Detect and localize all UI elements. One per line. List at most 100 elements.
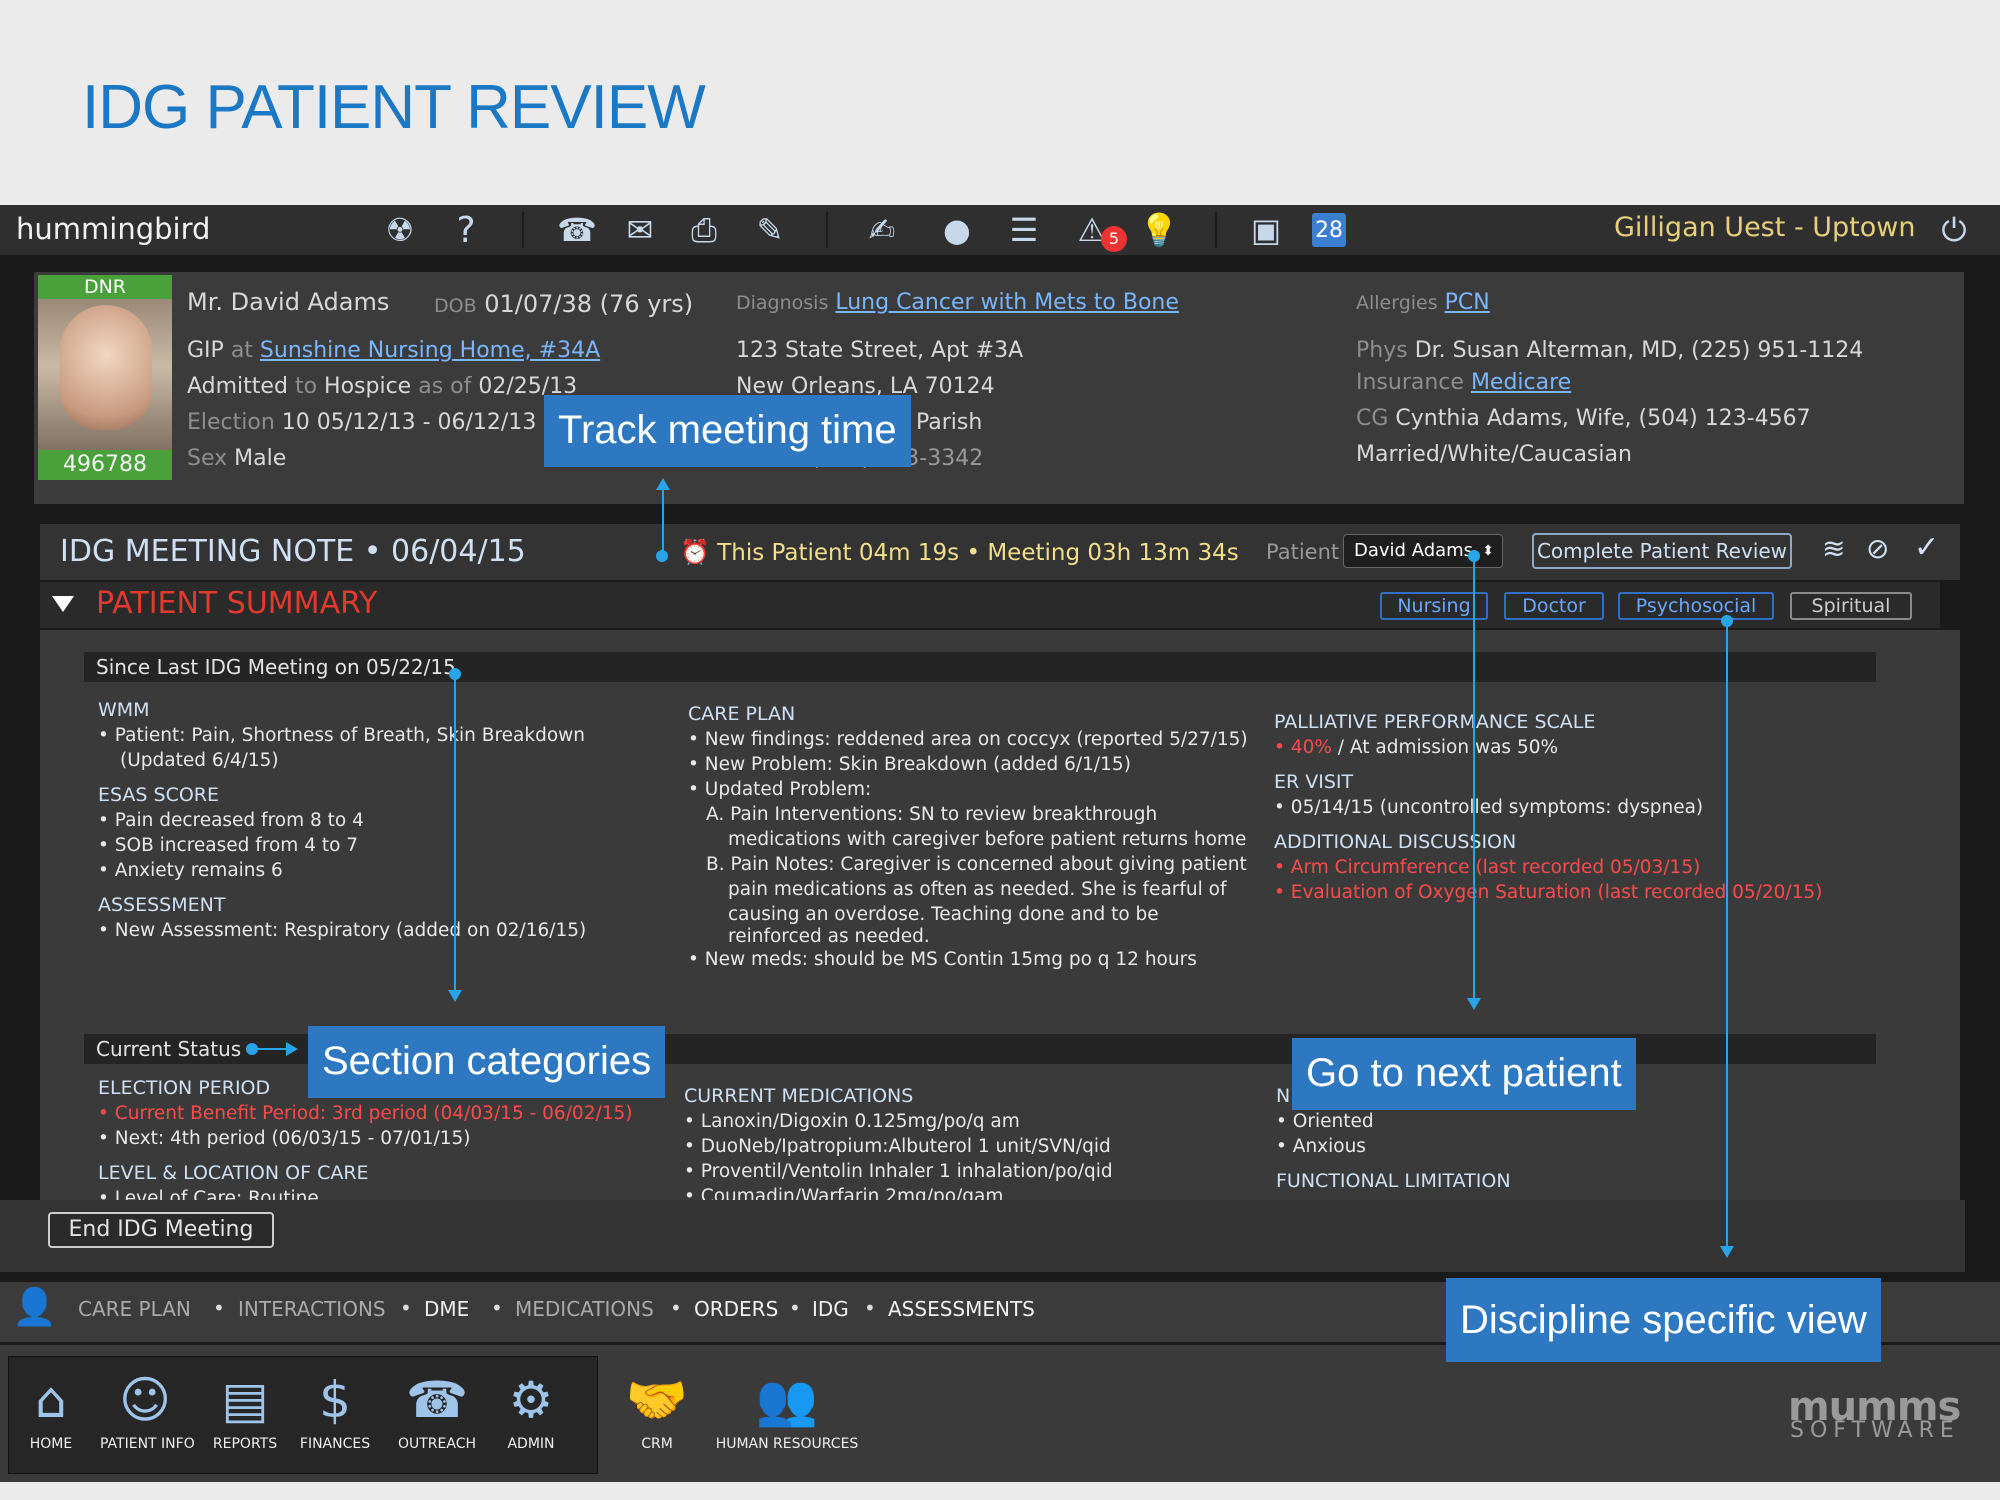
cancel-icon[interactable]: ⊘ — [1866, 532, 1889, 565]
speech-bubble-icon[interactable]: ● — [935, 208, 979, 252]
additional-item: • Arm Circumference (last recorded 05/03… — [1274, 857, 1701, 878]
meds-item: • DuoNeb/Ipatropium:Albuterol 1 unit/SVN… — [684, 1136, 1111, 1157]
print-icon[interactable]: ⎙ — [682, 208, 726, 252]
callout-connector — [252, 1048, 288, 1050]
callout-connector — [1726, 621, 1728, 1251]
careplan-item: • New meds: should be MS Contin 15mg po … — [688, 949, 1197, 970]
reports-icon: ▤ — [221, 1371, 269, 1429]
patient-icon[interactable]: 👤 — [12, 1286, 57, 1328]
power-icon[interactable]: ⏻ — [1932, 208, 1976, 252]
esas-item: • SOB increased from 4 to 7 — [98, 835, 359, 856]
mail-icon[interactable]: ✉ — [618, 208, 662, 252]
mumms-logo-sub: SOFTWARE — [1790, 1418, 1960, 1443]
patient-dob: DOB 01/07/38 (76 yrs) — [434, 290, 694, 318]
calendar-icon[interactable]: 28 — [1312, 213, 1346, 247]
callout-track-meeting-time: Track meeting time — [544, 395, 911, 467]
nav-separator: • — [213, 1296, 225, 1320]
meds-item: • Coumadin/Warfarin 2mg/po/qam — [684, 1186, 1004, 1200]
toolbar-separator — [826, 212, 828, 248]
wmm-item: (Updated 6/4/15) — [120, 750, 279, 771]
nav-care-plan[interactable]: CARE PLAN — [78, 1297, 191, 1321]
clock-icon: ⏰ — [680, 538, 710, 566]
col-care-plan: CARE PLAN • New findings: reddened area … — [688, 692, 1248, 972]
level-item: • Level of Care: Routine — [98, 1188, 319, 1200]
tab-doctor[interactable]: Doctor — [1504, 592, 1604, 620]
dock-patient-info[interactable]: ☺ PATIENT INFO — [100, 1368, 195, 1452]
careplan-item: A. Pain Interventions: SN to review brea… — [706, 804, 1158, 825]
end-meeting-button[interactable]: End IDG Meeting — [48, 1212, 274, 1248]
nav-dme[interactable]: DME — [424, 1297, 469, 1321]
facility-link[interactable]: Sunshine Nursing Home, #34A — [260, 338, 600, 363]
patient-gip: GIP at Sunshine Nursing Home, #34A — [187, 338, 601, 363]
insurance-link[interactable]: Medicare — [1471, 370, 1571, 395]
assessment-title: ASSESSMENT — [98, 894, 226, 916]
checklist-icon[interactable]: ☰ — [1002, 208, 1046, 252]
select-arrows-icon: ⬍ — [1482, 543, 1494, 559]
col-medications: CURRENT MEDICATIONS • Lanoxin/Digoxin 0.… — [684, 1074, 1244, 1200]
allergies-link[interactable]: PCN — [1445, 290, 1490, 315]
help-icon[interactable]: ? — [444, 208, 488, 252]
meeting-timer: ⏰ This Patient 04m 19s • Meeting 03h 13m… — [680, 538, 1239, 566]
esas-title: ESAS SCORE — [98, 784, 220, 806]
wmm-title: WMM — [98, 699, 150, 721]
tab-nursing[interactable]: Nursing — [1380, 592, 1488, 620]
document-edit-icon[interactable]: ✍ — [860, 208, 904, 252]
callout-dot — [656, 550, 668, 562]
er-title: ER VISIT — [1274, 771, 1354, 793]
meds-title: CURRENT MEDICATIONS — [684, 1085, 914, 1107]
slide-title: IDG PATIENT REVIEW — [82, 73, 706, 142]
gear-icon: ⚙ — [508, 1371, 554, 1429]
nav-separator: • — [400, 1296, 412, 1320]
dock-finances[interactable]: $ FINANCES — [290, 1368, 380, 1452]
patient-face — [60, 305, 152, 430]
complete-review-button[interactable]: Complete Patient Review — [1532, 533, 1792, 569]
nav-assessments[interactable]: ASSESSMENTS — [888, 1297, 1035, 1321]
nav-orders[interactable]: ORDERS — [694, 1297, 778, 1321]
callout-arrowhead — [1720, 1246, 1734, 1258]
nav-idg[interactable]: IDG — [812, 1297, 849, 1321]
dock-home[interactable]: ⌂ HOME — [6, 1368, 96, 1452]
patient-address-1: 123 State Street, Apt #3A — [736, 338, 1024, 363]
alert-count-badge: 5 — [1101, 226, 1127, 252]
radiation-icon[interactable]: ☢ — [378, 208, 422, 252]
assessment-item: • New Assessment: Respiratory (added on … — [98, 920, 587, 941]
lightbulb-icon[interactable]: 💡 — [1137, 208, 1181, 252]
callout-arrowhead — [448, 990, 462, 1002]
tab-psychosocial[interactable]: Psychosocial — [1618, 592, 1774, 620]
patient-demographics: Married/White/Caucasian — [1356, 442, 1632, 467]
collapse-triangle-icon[interactable] — [52, 596, 74, 612]
chat-icon[interactable]: ☎ — [555, 208, 599, 252]
patient-select[interactable]: David Adams ⬍ — [1343, 534, 1503, 568]
patient-parish: Parish — [916, 410, 983, 435]
neuro-item: • Oriented — [1276, 1111, 1374, 1132]
patient-insurance: Insurance Medicare — [1356, 370, 1572, 395]
esas-item: • Pain decreased from 8 to 4 — [98, 810, 364, 831]
user-info[interactable]: Gilligan Uest - Uptown — [1614, 212, 1915, 243]
patient-info-icon: ☺ — [118, 1371, 172, 1429]
pen-icon[interactable]: ✎ — [748, 208, 792, 252]
careplan-item: reinforced as needed. — [728, 926, 930, 947]
dock-human-resources[interactable]: 👥 HUMAN RESOURCES — [704, 1368, 870, 1452]
dock-reports[interactable]: ▤ REPORTS — [200, 1368, 290, 1452]
diagnosis-link[interactable]: Lung Cancer with Mets to Bone — [835, 290, 1179, 315]
contact-card-icon[interactable]: ▣ — [1244, 208, 1288, 252]
patient-name: Mr. David Adams — [187, 288, 390, 316]
nav-medications[interactable]: MEDICATIONS — [515, 1297, 654, 1321]
functional-title: FUNCTIONAL LIMITATION — [1276, 1170, 1511, 1192]
people-icon: 👥 — [755, 1371, 819, 1429]
dock-crm[interactable]: 🤝 CRM — [612, 1368, 702, 1452]
callout-arrowhead — [286, 1042, 298, 1056]
patient-diagnosis: Diagnosis Lung Cancer with Mets to Bone — [736, 290, 1179, 315]
dock-admin[interactable]: ⚙ ADMIN — [486, 1368, 576, 1452]
callout-next-patient: Go to next patient — [1292, 1038, 1636, 1110]
dock-outreach[interactable]: ☎ OUTREACH — [392, 1368, 482, 1452]
dollar-icon: $ — [319, 1371, 351, 1429]
tab-spiritual[interactable]: Spiritual — [1790, 592, 1912, 620]
home-icon: ⌂ — [35, 1371, 67, 1429]
patient-summary-title: PATIENT SUMMARY — [96, 586, 378, 621]
collapse-icon[interactable]: ≋ — [1822, 532, 1845, 565]
nav-interactions[interactable]: INTERACTIONS — [238, 1297, 386, 1321]
careplan-item: • Updated Problem: — [688, 779, 872, 800]
check-icon[interactable]: ✓ — [1914, 530, 1939, 565]
patient-allergies: Allergies PCN — [1356, 290, 1490, 315]
